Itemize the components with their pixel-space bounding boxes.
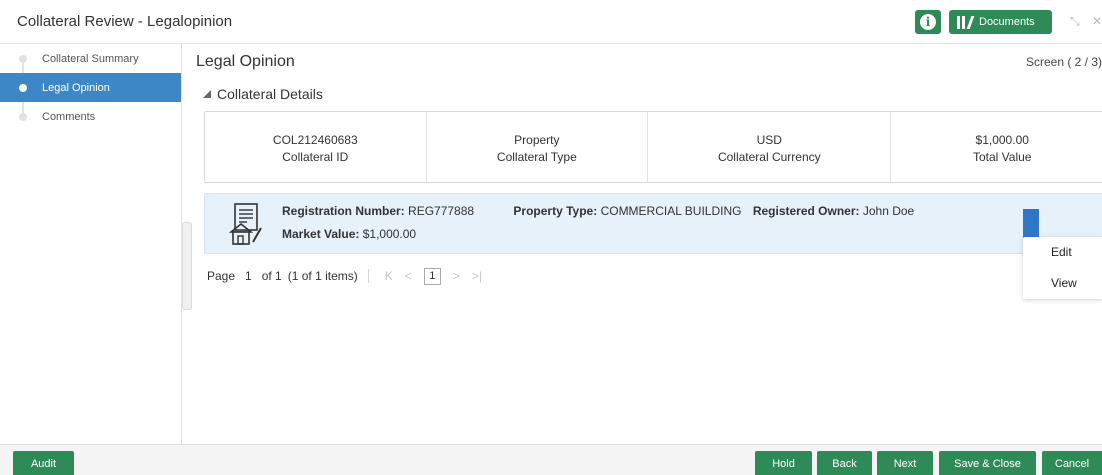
page-items-text: (1 of 1 items) <box>287 269 358 283</box>
sidebar-item-collateral-summary[interactable]: Collateral Summary <box>0 44 181 73</box>
section-collateral-details[interactable]: Collateral Details <box>203 86 323 102</box>
step-dot-icon <box>19 55 27 63</box>
window-header: Collateral Review - Legalopinion i Docum… <box>0 0 1102 44</box>
page-title: Legal Opinion <box>196 53 295 70</box>
summary-value: $1,000.00 <box>975 133 1029 147</box>
property-type-label: Property Type: <box>513 204 598 218</box>
summary-collateral-type: Property Collateral Type <box>427 112 649 182</box>
summary-value: COL212460683 <box>272 133 358 147</box>
panel-splitter[interactable] <box>182 222 192 310</box>
summary-value: Property <box>514 133 560 147</box>
main-content: Legal Opinion Screen ( 2 / 3) Collateral… <box>193 44 1102 444</box>
summary-total-value: $1,000.00 Total Value <box>891 112 1102 182</box>
next-page-icon[interactable]: > <box>453 269 460 283</box>
registration-row-2: Market Value: $1,000.00 <box>282 227 416 241</box>
screen-indicator: Screen ( 2 / 3) <box>1025 55 1102 69</box>
summary-label: Collateral Currency <box>717 150 821 164</box>
first-page-icon[interactable]: K <box>385 269 393 283</box>
summary-label: Collateral ID <box>282 150 349 164</box>
menu-item-edit[interactable]: Edit <box>1023 237 1102 268</box>
info-icon: i <box>920 14 936 30</box>
collateral-summary-card: COL212460683 Collateral ID Property Coll… <box>204 111 1102 183</box>
close-icon[interactable]: ✕ <box>1092 14 1102 28</box>
page-number[interactable]: 1 <box>245 269 252 283</box>
summary-label: Total Value <box>972 150 1032 164</box>
step-dot-icon <box>19 84 27 92</box>
next-button[interactable]: Next <box>877 451 933 475</box>
save-close-button[interactable]: Save & Close <box>939 451 1036 475</box>
hold-button[interactable]: Hold <box>755 451 812 475</box>
back-button[interactable]: Back <box>817 451 872 475</box>
summary-label: Collateral Type <box>496 150 577 164</box>
reg-number-value: REG777888 <box>408 204 475 218</box>
registration-card[interactable]: Registration Number: REG777888 Property … <box>204 193 1102 254</box>
menu-item-view[interactable]: View <box>1023 268 1102 299</box>
registration-row-1: Registration Number: REG777888 Property … <box>282 204 914 218</box>
app-window: Collateral Review - Legalopinion i Docum… <box>0 0 1102 475</box>
page-of-text: of 1 <box>261 269 282 283</box>
sidebar-item-legal-opinion[interactable]: Legal Opinion <box>0 73 181 102</box>
pagination: Page 1 of 1 (1 of 1 items) K < 1 > >| <box>207 266 488 286</box>
cancel-button[interactable]: Cancel <box>1042 451 1102 475</box>
reg-number-label: Registration Number: <box>282 204 405 218</box>
sidebar-item-comments[interactable]: Comments <box>0 102 181 131</box>
prev-page-icon[interactable]: < <box>405 269 412 283</box>
documents-label: Documents <box>979 16 1035 28</box>
sidebar: Collateral Summary Legal Opinion Comment… <box>0 44 182 444</box>
documents-button[interactable]: Documents <box>949 10 1052 34</box>
owner-value: John Doe <box>862 204 915 218</box>
summary-collateral-id: COL212460683 Collateral ID <box>205 112 427 182</box>
actions-dropdown-menu: Edit View <box>1023 237 1102 299</box>
summary-value: USD <box>756 133 782 147</box>
pager-divider <box>367 269 369 283</box>
step-dot-icon <box>19 113 27 121</box>
audit-button[interactable]: Audit <box>13 451 74 475</box>
info-button[interactable]: i <box>915 10 941 34</box>
current-page-button[interactable]: 1 <box>423 267 441 285</box>
sidebar-item-label: Comments <box>42 110 96 123</box>
collapse-triangle-icon <box>203 90 211 98</box>
page-label: Page <box>207 269 236 283</box>
sidebar-item-label: Collateral Summary <box>42 52 139 65</box>
last-page-icon[interactable]: >| <box>472 269 482 283</box>
market-value-value: $1,000.00 <box>362 227 417 241</box>
window-title: Collateral Review - Legalopinion <box>17 13 233 30</box>
library-icon <box>957 15 975 29</box>
property-type-value: COMMERCIAL BUILDING <box>600 204 742 218</box>
footer-bar: Audit Hold Back Next Save & Close Cancel <box>0 444 1102 475</box>
market-value-label: Market Value: <box>282 227 360 241</box>
owner-label: Registered Owner: <box>752 204 860 218</box>
section-title: Collateral Details <box>217 86 323 102</box>
property-document-icon <box>228 203 262 245</box>
collapse-icon[interactable]: ⤡ <box>1070 14 1080 29</box>
sidebar-item-label: Legal Opinion <box>42 81 110 94</box>
summary-collateral-currency: USD Collateral Currency <box>648 112 892 182</box>
